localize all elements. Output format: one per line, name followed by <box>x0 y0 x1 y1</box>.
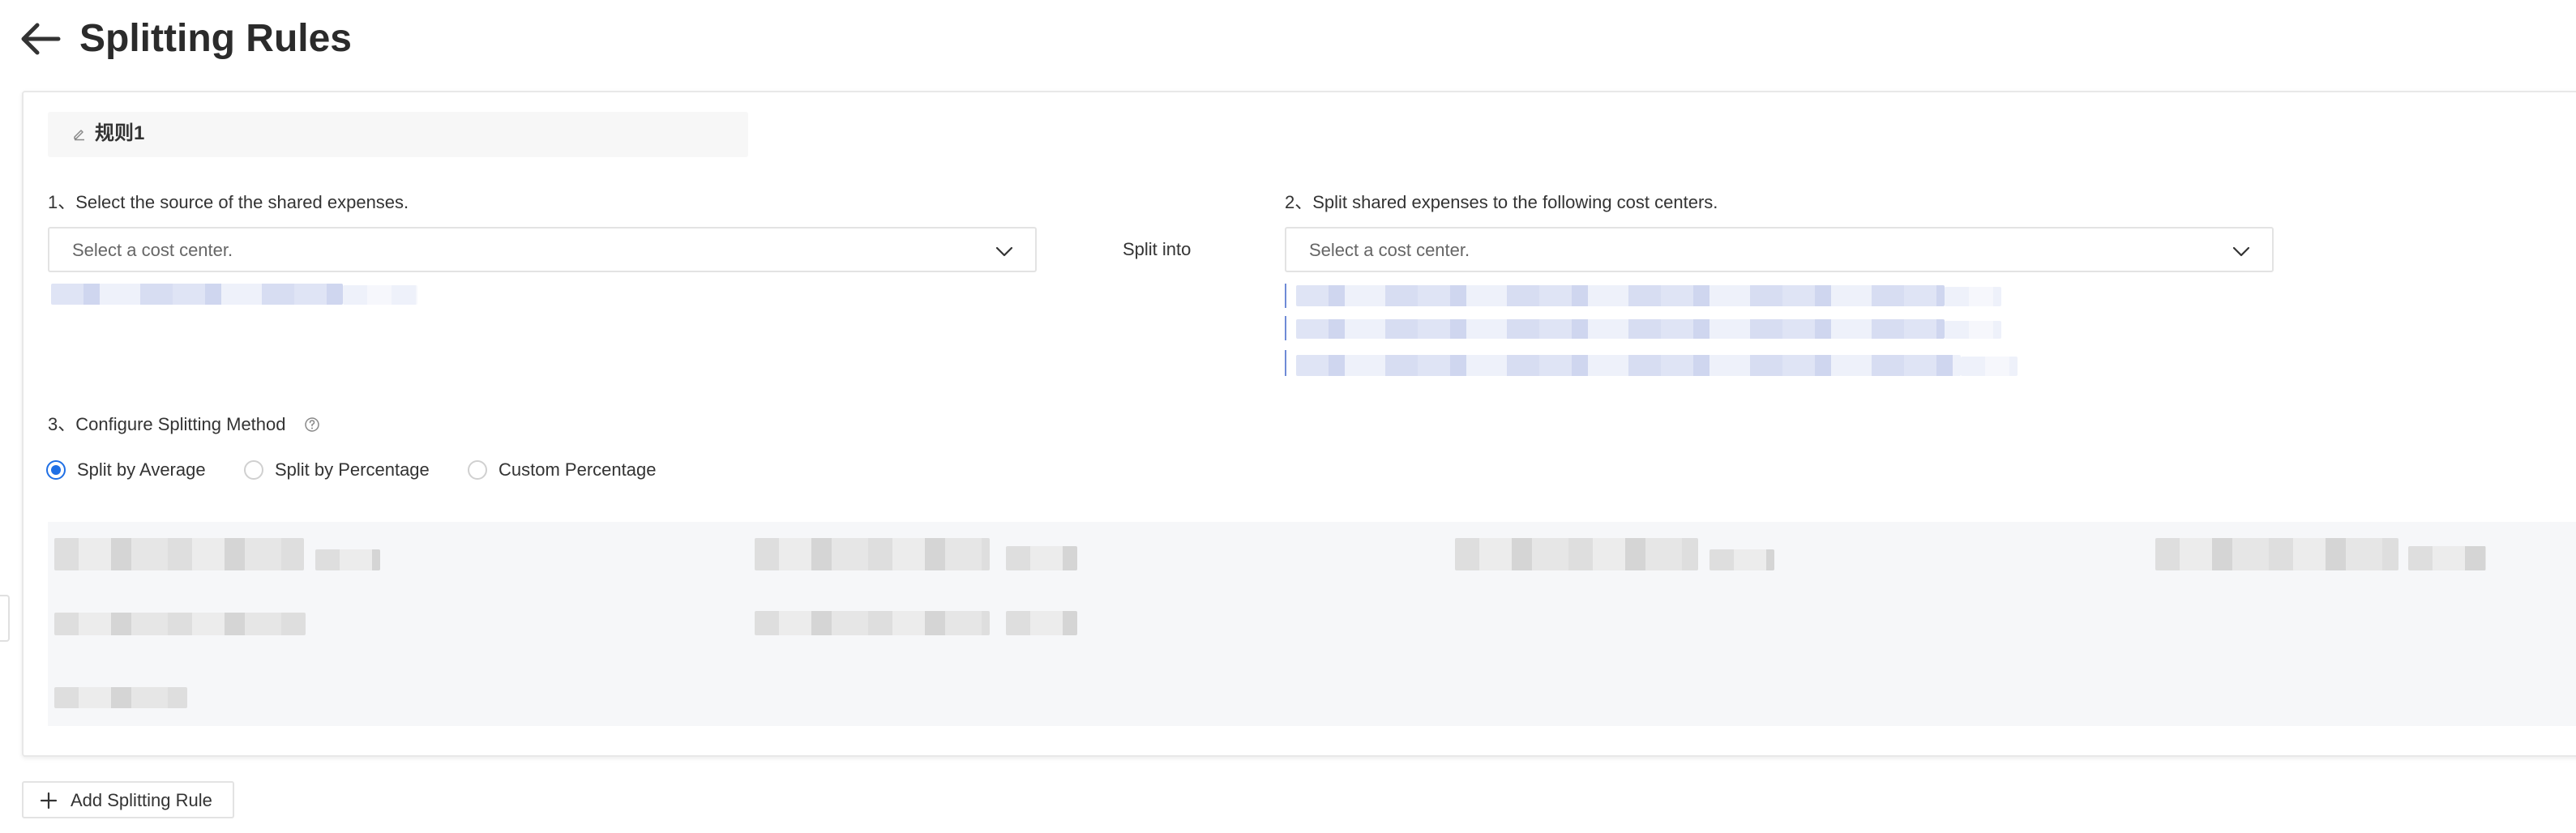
source-label: 1、Select the source of the shared expens… <box>48 192 409 212</box>
radio-indicator <box>244 460 263 480</box>
split-preview-panel <box>48 522 2576 726</box>
arrow-left-icon <box>21 23 61 55</box>
target-item-tail <box>1961 357 2018 376</box>
preview-cell <box>54 538 304 570</box>
radio-indicator <box>468 460 487 480</box>
page-title: Splitting Rules <box>79 17 352 60</box>
source-selected-item-tail <box>343 285 417 305</box>
radio-label: Split by Average <box>77 459 206 480</box>
add-splitting-rule-label: Add Splitting Rule <box>71 790 212 810</box>
radio-label: Custom Percentage <box>499 459 657 480</box>
preview-cell <box>1455 538 1698 570</box>
target-item-marker <box>1285 350 1286 376</box>
page-header: Splitting Rules <box>0 0 2576 81</box>
target-item <box>1296 285 1945 306</box>
preview-cell <box>54 613 306 635</box>
target-item-tail <box>1945 321 2001 339</box>
radio-label: Split by Percentage <box>275 459 430 480</box>
preview-cell <box>2408 546 2486 570</box>
add-splitting-rule-button[interactable]: Add Splitting Rule <box>22 781 234 818</box>
preview-cell <box>2155 538 2398 570</box>
back-button[interactable] <box>19 21 62 57</box>
rule-name-field[interactable]: 规则1 <box>48 112 748 157</box>
pencil-icon <box>74 130 84 141</box>
source-selected-item <box>51 284 343 305</box>
preview-cell <box>755 538 990 570</box>
chevron-down-icon <box>2232 246 2250 257</box>
target-item <box>1296 319 1945 339</box>
preview-cell <box>1709 549 1774 570</box>
preview-cell <box>315 549 380 570</box>
side-panel-toggle[interactable] <box>0 595 10 642</box>
radio-split-by-percentage[interactable]: Split by Percentage <box>244 459 447 483</box>
target-item-marker <box>1285 316 1286 340</box>
chevron-down-icon <box>995 246 1013 257</box>
method-label: 3、Configure Splitting Method <box>48 414 286 434</box>
help-circle-icon[interactable] <box>304 416 320 433</box>
preview-cell <box>54 687 187 708</box>
target-cost-center-select[interactable]: Select a cost center. <box>1285 227 2274 272</box>
plus-icon <box>40 792 58 810</box>
preview-cell <box>1006 546 1077 570</box>
target-item <box>1296 355 1961 376</box>
source-select-placeholder: Select a cost center. <box>72 240 233 260</box>
target-item-marker <box>1285 284 1286 308</box>
radio-split-by-average[interactable]: Split by Average <box>46 459 225 483</box>
rule-card: 规则1 1、Select the source of the shared ex… <box>22 91 2576 757</box>
radio-custom-percentage[interactable]: Custom Percentage <box>468 459 670 483</box>
target-select-placeholder: Select a cost center. <box>1309 240 1470 260</box>
split-into-label: Split into <box>1123 239 1192 259</box>
preview-cell <box>755 611 990 635</box>
rule-name: 规则1 <box>95 122 145 144</box>
target-item-tail <box>1945 287 2001 306</box>
source-cost-center-select[interactable]: Select a cost center. <box>48 227 1037 272</box>
preview-cell <box>1006 611 1077 635</box>
radio-indicator <box>46 460 66 480</box>
targets-label: 2、Split shared expenses to the following… <box>1285 192 1718 212</box>
